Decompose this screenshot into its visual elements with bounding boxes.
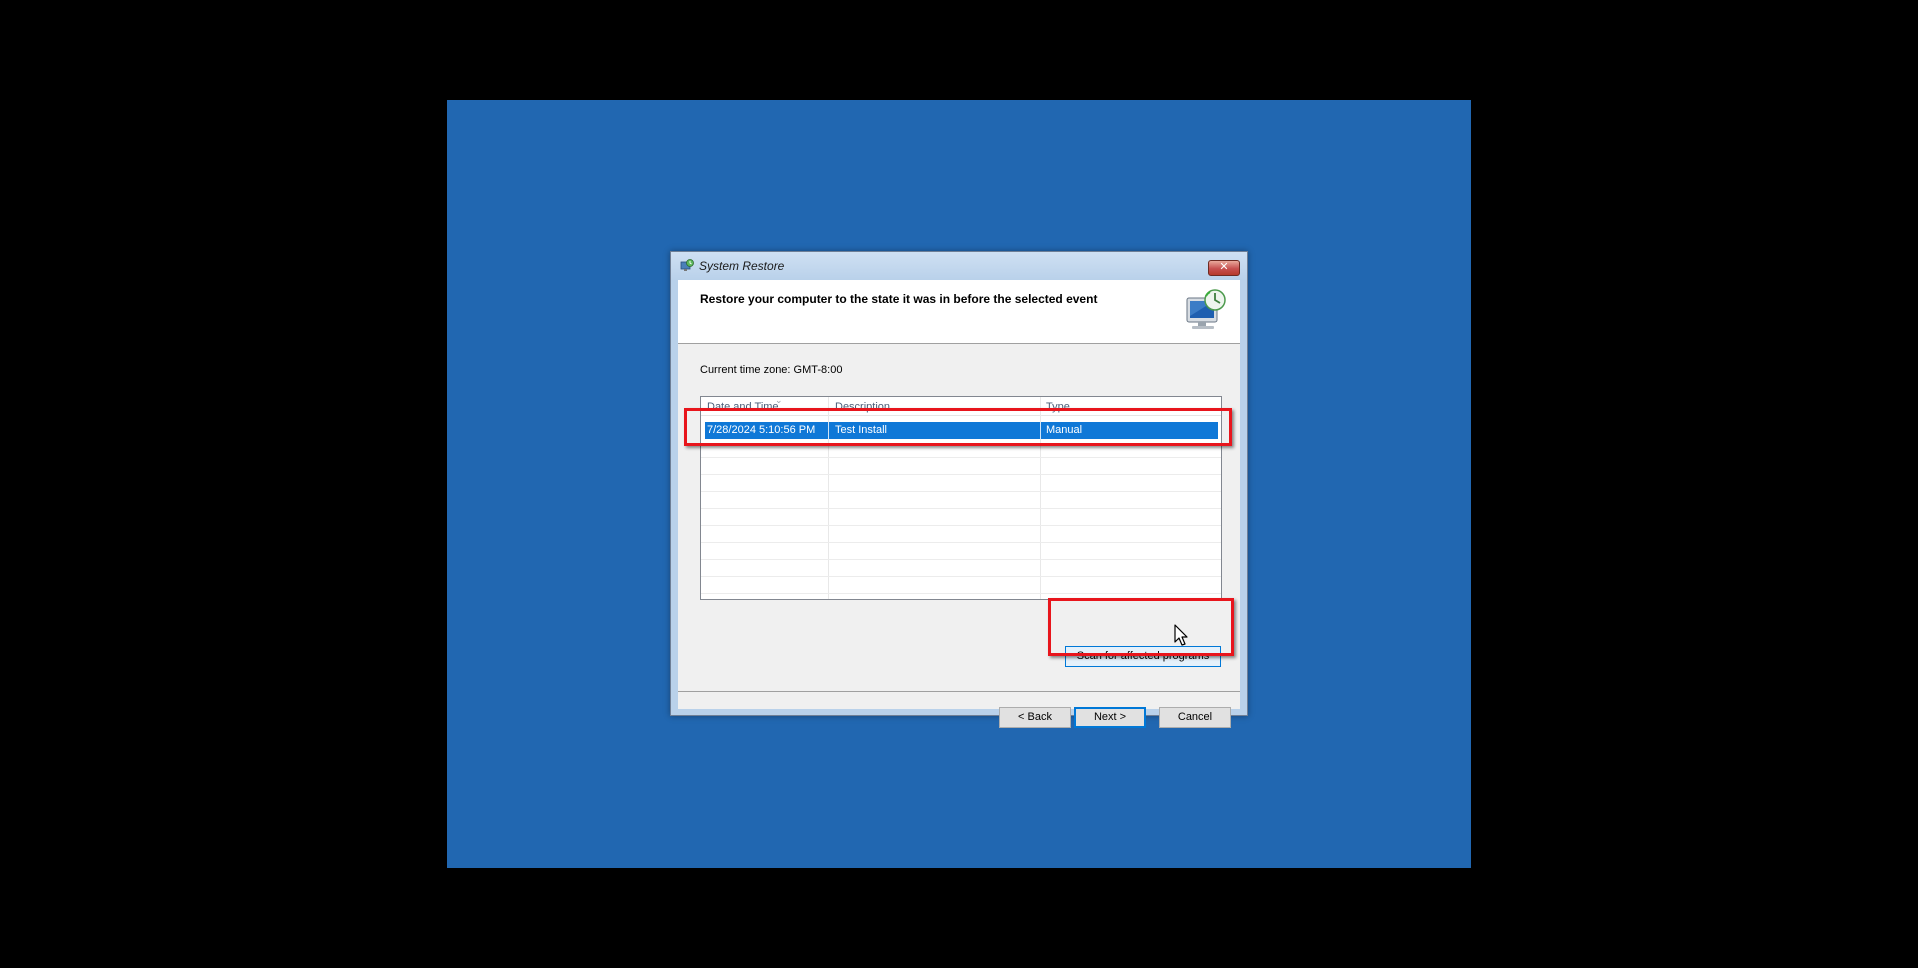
window-title: System Restore (699, 259, 785, 273)
title-bar[interactable]: System Restore ✕ (671, 252, 1247, 280)
back-button[interactable]: < Back (999, 707, 1071, 728)
mouse-pointer-icon (1174, 624, 1188, 646)
close-button[interactable]: ✕ (1208, 260, 1240, 276)
sort-indicator-icon: ⌄ (775, 396, 783, 405)
computer-restore-icon (1186, 289, 1226, 329)
grid-line (701, 576, 1221, 577)
current-timezone-label: Current time zone: GMT-8:00 (700, 364, 843, 376)
annotation-box-restore-point (684, 408, 1232, 446)
grid-line (701, 508, 1221, 509)
annotation-box-scan-button (1048, 598, 1234, 656)
system-restore-icon (680, 259, 694, 271)
grid-line (701, 593, 1221, 594)
next-button[interactable]: Next > (1074, 707, 1146, 728)
grid-line (701, 525, 1221, 526)
grid-line (701, 474, 1221, 475)
header-panel: Restore your computer to the state it wa… (678, 280, 1240, 344)
grid-line (701, 457, 1221, 458)
grid-line (701, 542, 1221, 543)
page-title: Restore your computer to the state it wa… (700, 292, 1098, 306)
grid-line (701, 491, 1221, 492)
cancel-button[interactable]: Cancel (1159, 707, 1231, 728)
footer-divider (678, 691, 1240, 692)
grid-line (701, 559, 1221, 560)
